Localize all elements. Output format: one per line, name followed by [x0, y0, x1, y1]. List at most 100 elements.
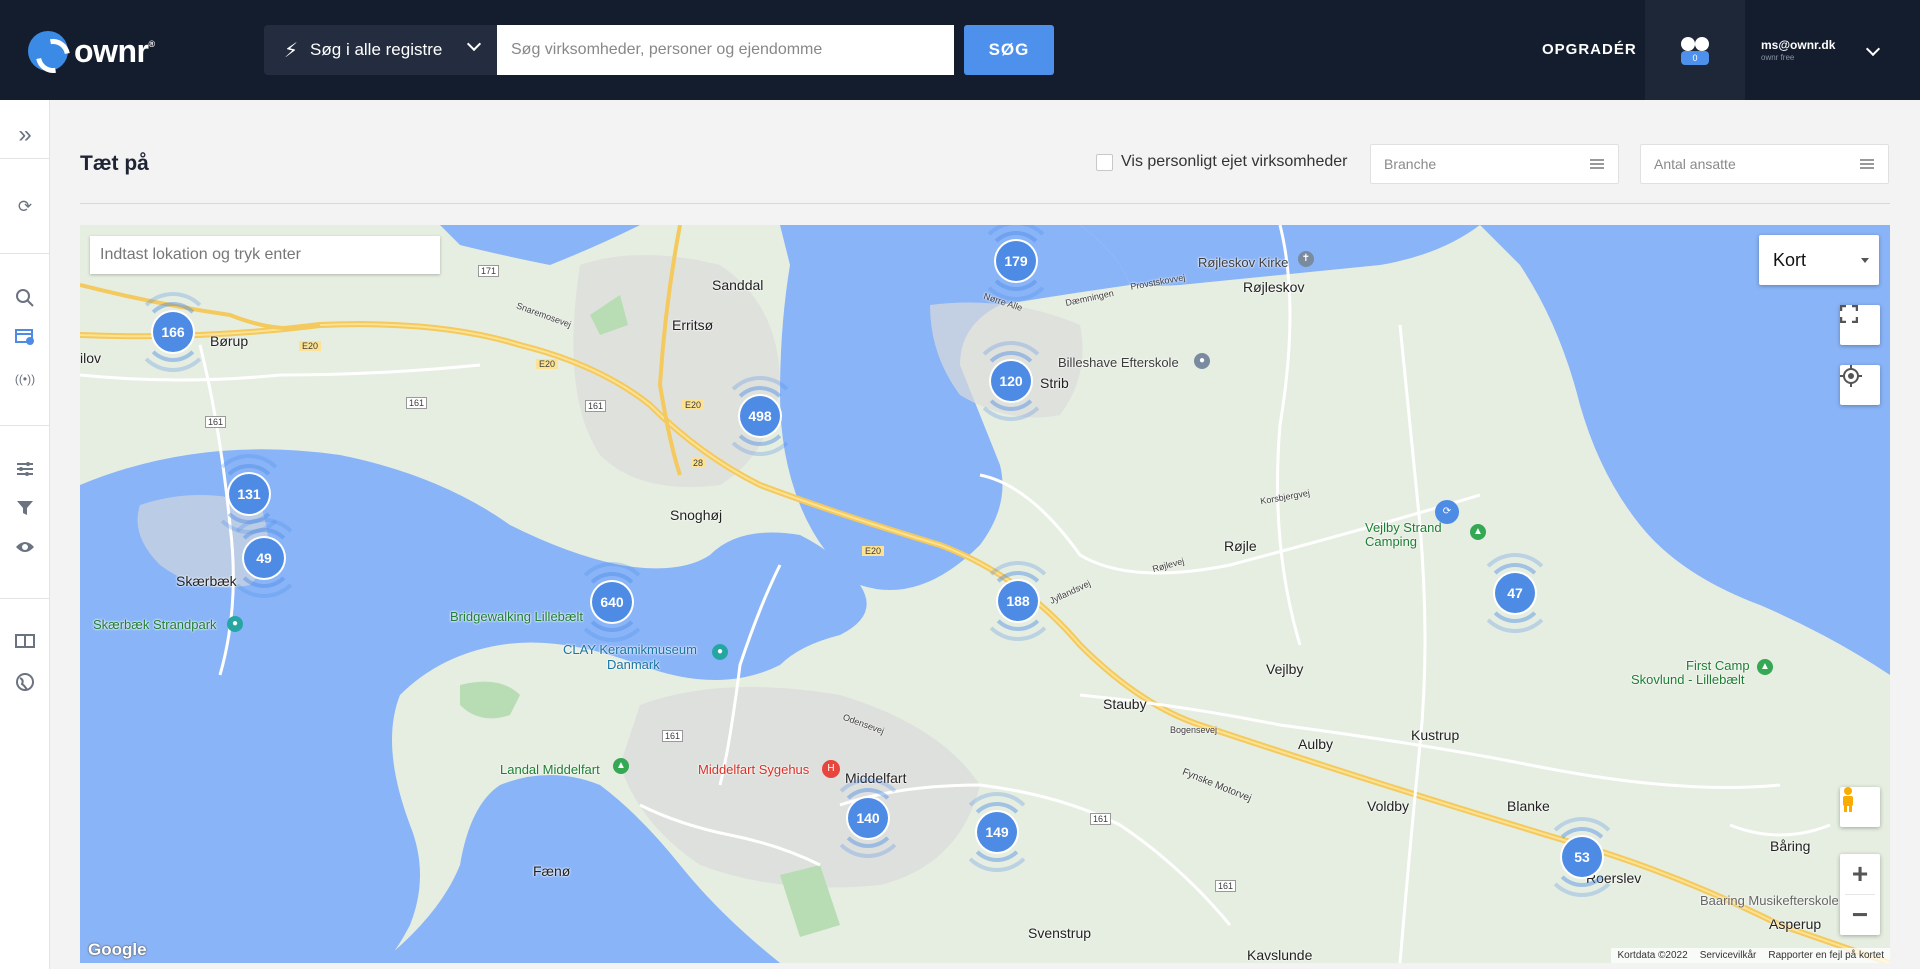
company-cluster-marker[interactable]: 53: [1542, 817, 1622, 897]
dropdown-arrow-icon: [1861, 258, 1869, 263]
ownr-logo-icon: [28, 31, 68, 71]
logo-text: ownr®: [74, 32, 155, 69]
company-cluster-marker[interactable]: 498: [720, 376, 800, 456]
employees-filter-placeholder: Antal ansatte: [1654, 156, 1736, 172]
place-label: Skærbæk Strandpark: [93, 617, 217, 632]
hospital-icon[interactable]: H: [822, 760, 840, 778]
globe-icon[interactable]: [13, 672, 37, 696]
binoculars-icon: 0: [1679, 35, 1711, 65]
companies-icon[interactable]: [13, 328, 37, 352]
map-data-credit: Kortdata ©2022: [1617, 950, 1688, 961]
sliders-icon[interactable]: [13, 460, 37, 484]
branche-filter-placeholder: Branche: [1384, 156, 1437, 172]
place-label: Erritsø: [672, 317, 714, 333]
ownr-logo-icon[interactable]: ⟳: [13, 195, 37, 219]
place-label: Baaring Musikefterskole: [1700, 893, 1839, 908]
place-label: Skovlund - Lillebælt: [1631, 672, 1745, 687]
report-error-link[interactable]: Rapporter en fejl på kortet: [1768, 950, 1884, 961]
camping-icon[interactable]: ▲: [613, 758, 629, 774]
user-menu[interactable]: ms@ownr.dk ownr free: [1761, 38, 1835, 62]
park-icon[interactable]: ●: [227, 616, 243, 632]
place-label: Kustrup: [1411, 727, 1460, 743]
map[interactable]: E20 E20 E20 E20 161 161 161 161 161 161 …: [80, 225, 1890, 963]
company-cluster-marker[interactable]: 47: [1475, 553, 1555, 633]
search-input[interactable]: [497, 25, 954, 75]
road-label: E20: [862, 546, 885, 556]
book-icon[interactable]: [13, 632, 37, 656]
fullscreen-button[interactable]: [1840, 305, 1880, 345]
header-divider: [80, 203, 1890, 204]
place-label: Billeshave Efterskole: [1058, 355, 1179, 370]
page-title: Tæt på: [80, 152, 149, 175]
company-cluster-marker[interactable]: 166: [133, 292, 213, 372]
map-type-label: Kort: [1773, 249, 1807, 270]
map-type-select[interactable]: Kort: [1759, 235, 1879, 285]
sidebar: » ⟳ ((•)): [0, 100, 50, 969]
place-label: Asperup: [1769, 916, 1822, 932]
pegman-icon: [1843, 787, 1853, 812]
zoom-in-button[interactable]: +: [1852, 854, 1868, 894]
personal-companies-checkbox[interactable]: [1096, 153, 1113, 171]
map-location-input[interactable]: [90, 236, 440, 274]
road-label: E20: [299, 341, 322, 351]
road-label: 161: [585, 400, 607, 412]
list-icon: [1590, 159, 1604, 169]
camping-icon[interactable]: ▲: [1470, 524, 1486, 540]
place-label: Landal Middelfart: [500, 762, 600, 777]
list-icon: [1860, 159, 1874, 169]
place-label: Snoghøj: [670, 507, 723, 523]
place-label: Vejlby Strand Camping: [1365, 520, 1442, 549]
road-label: 161: [406, 397, 428, 409]
google-logo: Google: [88, 940, 147, 959]
chevron-down-icon: [466, 36, 482, 52]
registry-dropdown[interactable]: ⚡ Søg i alle registre: [264, 25, 497, 75]
eye-watch-icon[interactable]: [13, 538, 37, 562]
fullscreen-icon: [1840, 305, 1858, 323]
zoom-out-button[interactable]: −: [1852, 895, 1868, 935]
church-icon[interactable]: ✝: [1298, 251, 1314, 267]
camping-icon[interactable]: ▲: [1757, 659, 1773, 675]
company-cluster-marker[interactable]: 188: [978, 561, 1058, 641]
company-cluster-marker[interactable]: 179: [976, 225, 1056, 301]
company-cluster-marker[interactable]: 140: [828, 778, 908, 858]
registry-dropdown-label: Søg i alle registre: [310, 40, 443, 59]
upgrade-link[interactable]: OPGRADÉR: [1542, 41, 1637, 58]
road-label: E20: [682, 400, 705, 410]
company-cluster-marker[interactable]: 120: [971, 341, 1051, 421]
museum-icon[interactable]: ●: [712, 644, 728, 660]
ownr-logo[interactable]: ownr®: [28, 31, 155, 71]
employees-filter[interactable]: Antal ansatte: [1640, 144, 1889, 184]
search-button[interactable]: SØG: [964, 25, 1054, 75]
company-cluster-marker[interactable]: 149: [957, 792, 1037, 872]
road-name-label: Bogensevej: [1170, 725, 1218, 735]
place-label: ilov: [80, 350, 102, 366]
place-label: Røjleskov: [1243, 279, 1305, 295]
user-email: ms@ownr.dk: [1761, 38, 1836, 52]
search-icon[interactable]: [13, 288, 37, 312]
place-label: Kavslunde: [1247, 947, 1313, 963]
road-label: 161: [1090, 813, 1112, 825]
lightning-icon: ⚡: [284, 39, 299, 62]
place-label: Fænø: [533, 863, 571, 879]
expand-icon[interactable]: »: [13, 123, 37, 147]
personal-companies-toggle[interactable]: Vis personligt ejet virksomheder: [1096, 153, 1347, 171]
street-view-pegman[interactable]: [1840, 787, 1880, 827]
place-label: Middelfart Sygehus: [698, 762, 810, 777]
company-cluster-marker[interactable]: 49: [224, 518, 304, 598]
company-cluster-marker[interactable]: 640: [572, 562, 652, 642]
place-label: Bridgewalking Lillebælt: [450, 609, 583, 624]
current-location-pin-icon[interactable]: ⟳: [1435, 500, 1459, 524]
terms-link[interactable]: Servicevilkår: [1700, 950, 1757, 961]
school-icon[interactable]: ●: [1194, 353, 1210, 369]
place-label: Børup: [210, 333, 249, 349]
user-menu-chevron-icon[interactable]: [1865, 41, 1881, 57]
locate-me-button[interactable]: [1840, 365, 1880, 405]
place-label: Voldby: [1367, 798, 1410, 814]
watchlist-button[interactable]: 0: [1645, 0, 1745, 100]
road-label: E20: [536, 359, 559, 369]
branche-filter[interactable]: Branche: [1370, 144, 1619, 184]
filter-icon[interactable]: [13, 499, 37, 523]
company-cluster-marker[interactable]: 131: [209, 454, 289, 534]
place-label: Svenstrup: [1028, 925, 1092, 941]
nearby-icon[interactable]: ((•)): [13, 367, 37, 391]
